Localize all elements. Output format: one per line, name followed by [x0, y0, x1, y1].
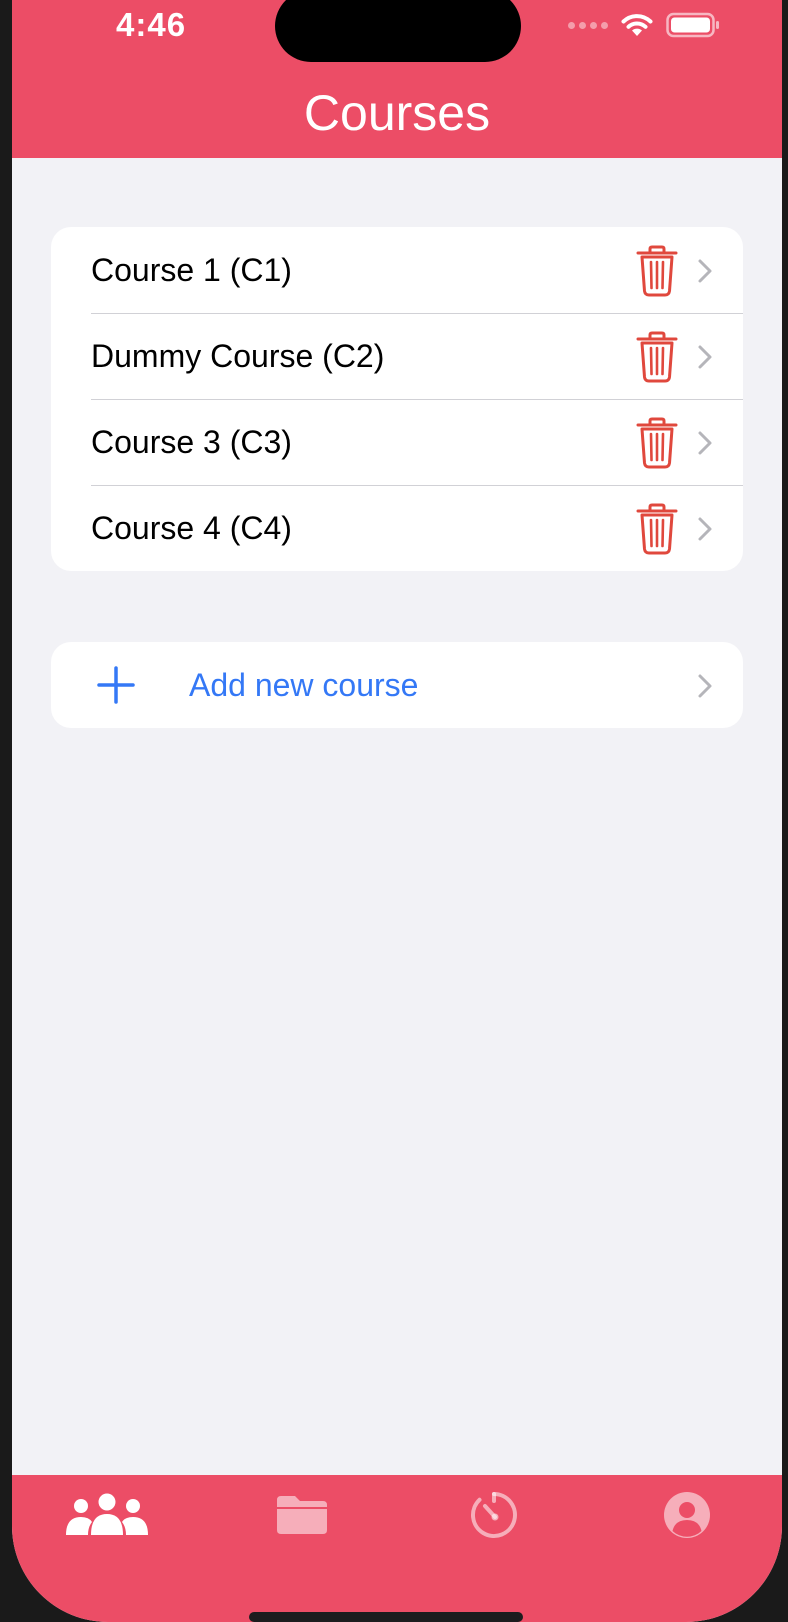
folder-icon [277, 1496, 327, 1534]
course-row[interactable]: Course 4 (C4) [51, 485, 743, 571]
trash-icon[interactable] [635, 245, 679, 297]
tab-courses[interactable] [64, 1489, 150, 1541]
dynamic-island [275, 0, 521, 62]
navigation-header: 4:46 Courses [12, 0, 782, 158]
course-label: Course 3 (C3) [91, 423, 292, 460]
add-course-button[interactable]: Add new course [51, 642, 743, 728]
tab-folder[interactable] [274, 1489, 330, 1541]
chevron-right-icon [698, 517, 712, 541]
add-course-label: Add new course [189, 666, 419, 703]
tab-profile[interactable] [662, 1489, 712, 1541]
tab-timer[interactable] [469, 1489, 519, 1541]
page-title: Courses [303, 85, 491, 141]
status-indicators [568, 10, 720, 40]
chevron-right-icon [698, 674, 712, 698]
profile-icon [664, 1492, 710, 1538]
chevron-right-icon [698, 259, 712, 283]
status-time: 4:46 [116, 6, 187, 43]
home-indicator[interactable] [249, 1612, 523, 1622]
device-frame: 4:46 Courses Course 1 (C1) Dummy Course … [0, 0, 788, 1622]
battery-icon [666, 12, 719, 38]
app-screen: 4:46 Courses Course 1 (C1) Dummy Course … [12, 0, 782, 1622]
course-row[interactable]: Course 3 (C3) [51, 399, 743, 485]
timer-icon [471, 1492, 517, 1538]
plus-icon [97, 666, 135, 704]
course-label: Dummy Course (C2) [91, 337, 385, 374]
chevron-right-icon [698, 431, 712, 455]
chevron-right-icon [698, 345, 712, 369]
add-course-card: Add new course [51, 642, 743, 728]
wifi-icon [621, 14, 653, 36]
trash-icon[interactable] [635, 331, 679, 383]
tab-bar [12, 1475, 782, 1622]
trash-icon[interactable] [635, 503, 679, 555]
course-list: Course 1 (C1) Dummy Course (C2) Course 3… [51, 227, 743, 571]
trash-icon[interactable] [635, 417, 679, 469]
course-row[interactable]: Dummy Course (C2) [51, 313, 743, 399]
cellular-signal-icon [568, 21, 608, 29]
course-label: Course 1 (C1) [91, 251, 292, 288]
course-row[interactable]: Course 1 (C1) [51, 227, 743, 313]
course-label: Course 4 (C4) [91, 509, 292, 546]
people-icon [66, 1493, 148, 1535]
